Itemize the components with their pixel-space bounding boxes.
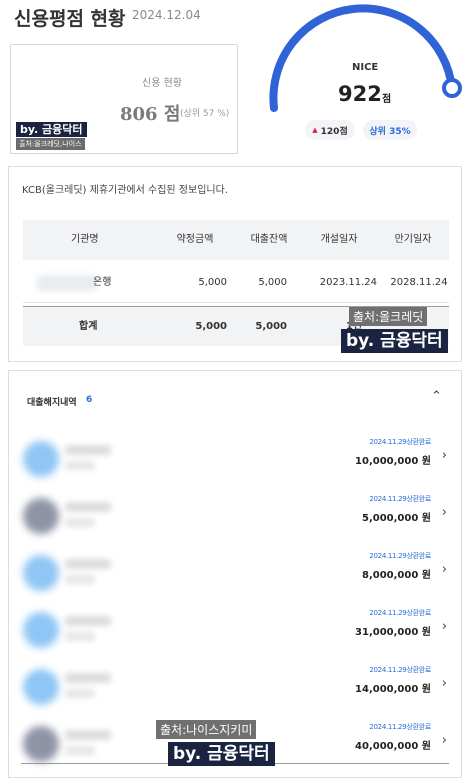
watermark: by. 금융닥터 xyxy=(16,122,87,137)
watermark: by. 금융닥터 xyxy=(341,329,448,353)
chevron-right-icon[interactable]: › xyxy=(442,562,447,577)
chevron-right-icon[interactable]: › xyxy=(442,448,447,463)
count-badge: 6 xyxy=(86,395,93,405)
repayment-status: 2024.11.29상환완료 xyxy=(369,495,431,503)
chevron-right-icon[interactable]: › xyxy=(442,619,447,634)
source-caption: 출처:올크레딧 xyxy=(349,307,428,326)
gauge-brand: NICE xyxy=(352,62,379,73)
credit-score-section: 신용평점 현황 2024.12.04 신용 현황 806 점 (상위 57 %)… xyxy=(0,0,470,160)
header-open-date: 개설일자 xyxy=(320,234,358,245)
bank-logo-icon xyxy=(23,669,59,705)
loan-amount: 5,000,000 원 xyxy=(362,513,431,524)
repayment-status: 2024.11.29상환완료 xyxy=(369,723,431,731)
blurred-lender-detail xyxy=(65,575,95,584)
repayment-status: 2024.11.29상환완료 xyxy=(369,552,431,560)
blurred-lender-detail xyxy=(65,518,95,527)
bank-logo-icon xyxy=(23,726,59,762)
bank-logo-icon xyxy=(23,612,59,648)
score-date: 2024.12.04 xyxy=(132,8,201,22)
kcb-rank: (상위 57 %) xyxy=(180,109,230,119)
total-label: 합계 xyxy=(79,321,98,332)
blurred-lender-detail xyxy=(65,746,95,755)
loan-amount: 10,000,000 원 xyxy=(355,456,431,467)
page-title: 신용평점 현황 xyxy=(14,8,126,30)
loan-amount: 40,000,000 원 xyxy=(355,741,431,752)
blurred-lender-detail xyxy=(65,689,95,698)
kcb-loan-table-card: KCB(올크레딧) 제휴기관에서 수집된 정보입니다. 기관명 약정금액 대출잔… xyxy=(8,166,462,362)
blurred-lender-name xyxy=(65,730,111,740)
bank-logo-icon xyxy=(23,555,59,591)
list-item[interactable]: 2024.11.29상환완료 8,000,000 원 › xyxy=(9,549,463,606)
list-item[interactable]: 2024.11.29상환완료 14,000,000 원 › xyxy=(9,663,463,720)
blurred-lender-detail xyxy=(65,461,95,470)
list-item[interactable]: 2024.11.29상환완료 31,000,000 원 › xyxy=(9,606,463,663)
source-caption: 출처:나이스지키미 xyxy=(156,720,257,739)
watermark: by. 금융닥터 xyxy=(168,742,275,766)
chevron-right-icon[interactable]: › xyxy=(442,676,447,691)
section-title: 대출해지내역 xyxy=(27,398,77,408)
cell-contract: 5,000 xyxy=(198,277,227,288)
cell-balance: 5,000 xyxy=(258,277,287,288)
repayment-status: 2024.11.29상환완료 xyxy=(369,666,431,674)
loan-termination-card: 대출해지내역 6 ⌃ 2024.11.29상환완료 10,000,000 원 › 20… xyxy=(8,370,462,778)
total-contract: 5,000 xyxy=(195,321,227,332)
source-caption: 출처:올크레딧,나이스 xyxy=(16,138,85,150)
blurred-lender-name xyxy=(65,616,111,626)
blurred-lender-detail xyxy=(65,632,95,641)
cell-open-date: 2023.11.24 xyxy=(319,277,377,288)
score-change-badge: ▲ 120점 xyxy=(305,120,355,140)
score-change: 120점 xyxy=(320,126,348,137)
header-balance: 대출잔액 xyxy=(250,234,288,245)
bank-logo-icon xyxy=(23,441,59,477)
blurred-lender-name xyxy=(65,673,111,683)
rank-badge: 상위 35% xyxy=(363,120,417,140)
cell-institution: 은행 xyxy=(93,277,112,288)
blurred-lender-name xyxy=(65,559,111,569)
repayment-status: 2024.11.29상환완료 xyxy=(369,438,431,446)
bank-logo-icon xyxy=(23,498,59,534)
loan-amount: 8,000,000 원 xyxy=(362,570,431,581)
table-header: 기관명 약정금액 대출잔액 개설일자 만기일자 xyxy=(23,220,449,260)
chevron-right-icon[interactable]: › xyxy=(442,733,447,748)
score-unit: 점 xyxy=(382,94,392,105)
kcb-card-label: 신용 현황 xyxy=(142,78,182,89)
cell-maturity: 2028.11.24 xyxy=(390,277,448,288)
list-item[interactable]: 2024.11.29상환완료 5,000,000 원 › xyxy=(9,492,463,549)
header-contract: 약정금액 xyxy=(176,234,214,245)
chevron-right-icon[interactable]: › xyxy=(442,505,447,520)
kcb-score: 806 점 xyxy=(120,104,181,125)
total-balance: 5,000 xyxy=(255,321,287,332)
info-text: KCB(올크레딧) 제휴기관에서 수집된 정보입니다. xyxy=(22,185,228,196)
chevron-up-icon[interactable]: ⌃ xyxy=(431,389,442,404)
blurred-lender-name xyxy=(65,445,111,455)
up-arrow-icon: ▲ xyxy=(312,126,318,134)
table-row: 은행 5,000 5,000 2023.11.24 2028.11.24 xyxy=(23,263,449,303)
list-item[interactable]: 2024.11.29상환완료 10,000,000 원 › xyxy=(9,435,463,492)
repayment-status: 2024.11.29상환완료 xyxy=(369,609,431,617)
header-institution: 기관명 xyxy=(71,234,99,245)
header-maturity: 만기일자 xyxy=(394,234,432,245)
blurred-lender-name xyxy=(65,502,111,512)
blurred-bank-name xyxy=(37,275,97,291)
loan-amount: 31,000,000 원 xyxy=(355,627,431,638)
loan-amount: 14,000,000 원 xyxy=(355,684,431,695)
nice-score: 922 xyxy=(338,82,382,106)
